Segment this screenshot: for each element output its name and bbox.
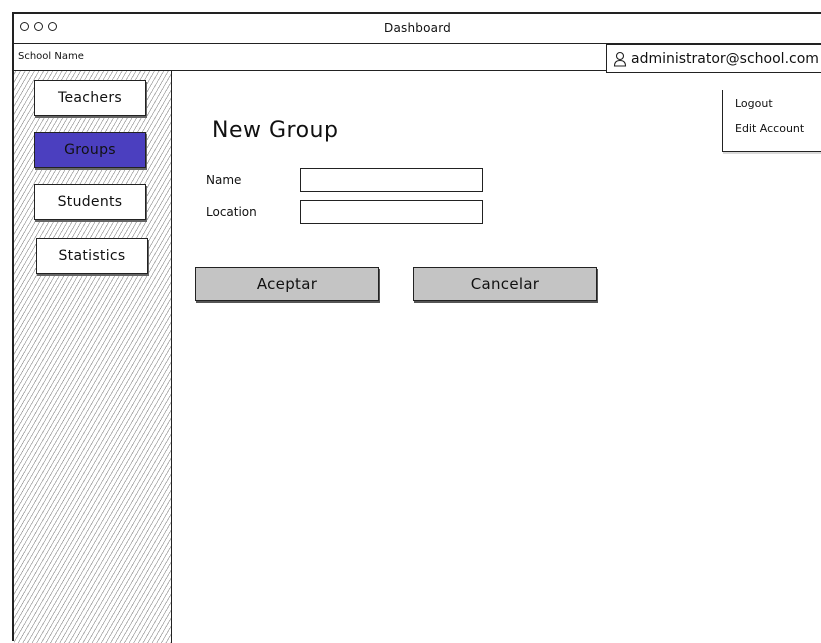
- sidebar-item-statistics[interactable]: Statistics: [36, 238, 148, 274]
- name-label: Name: [206, 173, 242, 187]
- sidebar-item-teachers[interactable]: Teachers: [34, 80, 146, 116]
- account-dropdown: Logout Edit Account: [722, 90, 821, 152]
- cancel-button[interactable]: Cancelar: [413, 267, 597, 301]
- sidebar-item-groups[interactable]: Groups: [34, 132, 146, 168]
- name-input[interactable]: [300, 168, 483, 192]
- location-input[interactable]: [300, 200, 483, 224]
- sidebar: Teachers Groups Students Statistics: [14, 71, 172, 643]
- window-title: Dashboard: [384, 21, 451, 35]
- title-bar: Dashboard: [14, 14, 821, 44]
- sidebar-item-students[interactable]: Students: [34, 184, 146, 220]
- edit-account-menu-item[interactable]: Edit Account: [735, 122, 804, 135]
- location-label: Location: [206, 205, 257, 219]
- logout-menu-item[interactable]: Logout: [735, 97, 773, 110]
- user-icon: [613, 51, 627, 67]
- page-title: New Group: [212, 118, 339, 143]
- accept-button[interactable]: Aceptar: [195, 267, 379, 301]
- account-email: administrator@school.com: [631, 50, 819, 67]
- account-menu-button[interactable]: administrator@school.com: [606, 44, 821, 73]
- school-name: School Name: [18, 51, 84, 62]
- top-navbar: School Name administrator@school.com: [14, 44, 821, 73]
- browser-window: Dashboard School Name administrator@scho…: [12, 12, 821, 643]
